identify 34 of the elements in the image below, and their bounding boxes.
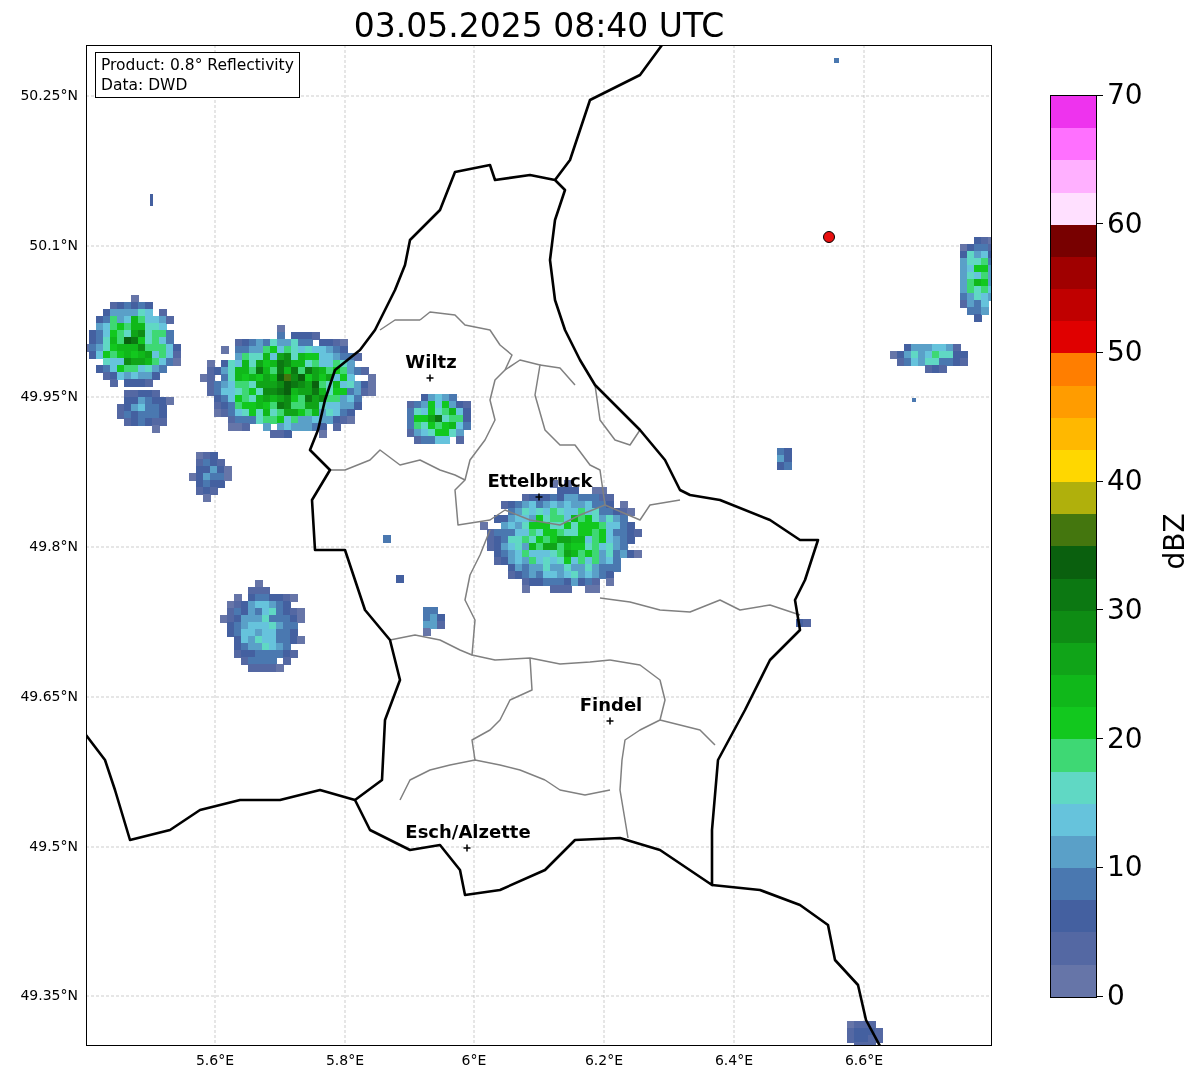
axis-tick-label: 49.65°N: [20, 688, 78, 704]
axis-tick-label: 50.1°N: [29, 237, 78, 253]
colorbar-label: dBZ: [1157, 513, 1184, 570]
axis-tick-label: 6.2°E: [584, 1052, 624, 1068]
colorbar-tick-label: 10: [1107, 852, 1143, 883]
colorbar-tick-label: 0: [1107, 981, 1125, 1011]
colorbar-tick-label: 40: [1107, 466, 1143, 497]
city-label: Wiltz: [405, 351, 457, 372]
city-marker-icon: [605, 716, 615, 726]
info-text: Data: DWD: [101, 75, 189, 95]
city-label: Esch/Alzette: [405, 821, 531, 842]
location-dot: [823, 231, 835, 243]
colorbar-tick-label: 60: [1107, 208, 1143, 239]
axis-tick-label: 50.25°N: [20, 87, 78, 103]
city-marker-icon: [462, 843, 472, 853]
city-marker-icon: [534, 492, 544, 502]
colorbar-tick-label: 20: [1107, 723, 1143, 754]
axis-tick-label: 49.35°N: [20, 987, 78, 1003]
axis-tick-label: 6°E: [461, 1052, 487, 1068]
colorbar-tick-label: 70: [1107, 80, 1143, 110]
city-label: Ettelbruck: [487, 470, 593, 491]
colorbar-tick-label: 50: [1107, 337, 1143, 368]
axis-tick-label: 6.6°E: [844, 1052, 884, 1068]
axis-tick-label: 49.95°N: [20, 388, 78, 404]
city-label: Findel: [579, 694, 643, 715]
colorbar-tick-label: 30: [1107, 594, 1143, 625]
axis-tick-label: 5.8°E: [325, 1052, 365, 1068]
info-text: Product: 0.8° Reflectivity: [101, 55, 294, 75]
axis-tick-label: 6.4°E: [714, 1052, 754, 1068]
axis-tick-label: 49.5°N: [29, 838, 78, 854]
chart-title: 03.05.2025 08:40 UTC: [352, 5, 726, 45]
axis-tick-label: 5.6°E: [195, 1052, 235, 1068]
axis-tick-label: 49.8°N: [29, 538, 78, 554]
city-marker-icon: [425, 373, 435, 383]
